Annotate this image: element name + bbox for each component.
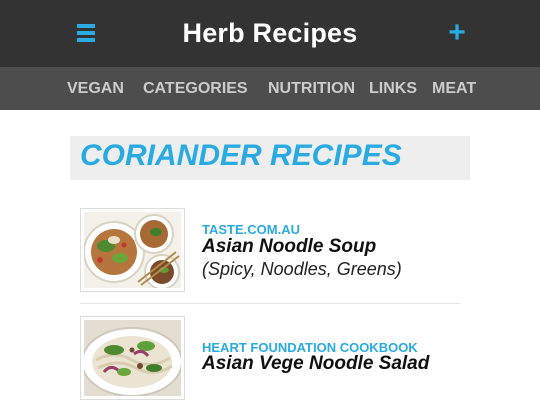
app-header: Herb Recipes +: [0, 0, 540, 67]
recipe-tags: (Spicy, Noodles, Greens): [202, 259, 402, 279]
list-divider: [80, 303, 460, 304]
noodle-salad-photo: [84, 320, 181, 396]
category-nav: VEGAN CATEGORIES NUTRITION LINKS MEAT: [0, 67, 540, 110]
recipe-item[interactable]: TASTE.COM.AU Asian Noodle Soup (Spicy, N…: [80, 208, 460, 294]
noodle-soup-photo: [84, 212, 181, 288]
hamburger-menu-icon[interactable]: [77, 24, 95, 42]
recipe-thumbnail: [80, 208, 185, 292]
recipe-name: Asian Vege Noodle Salad: [202, 353, 430, 374]
nav-item-vegan[interactable]: VEGAN: [67, 67, 124, 110]
recipe-source: TASTE.COM.AU: [202, 222, 300, 237]
app-title: Herb Recipes: [182, 18, 358, 48]
recipe-name: Asian Noodle Soup: [202, 236, 377, 257]
nav-item-categories[interactable]: CATEGORIES: [143, 67, 248, 110]
section-title: CORIANDER RECIPES: [80, 139, 402, 172]
recipe-thumbnail: [80, 316, 185, 400]
nav-item-nutrition[interactable]: NUTRITION: [268, 67, 355, 110]
recipe-item[interactable]: HEART FOUNDATION COOKBOOK Asian Vege Noo…: [80, 316, 460, 402]
plus-icon[interactable]: +: [447, 18, 467, 48]
section-header: CORIANDER RECIPES: [70, 136, 470, 180]
nav-item-links[interactable]: LINKS: [369, 67, 417, 110]
nav-item-meat[interactable]: MEAT: [432, 67, 476, 110]
